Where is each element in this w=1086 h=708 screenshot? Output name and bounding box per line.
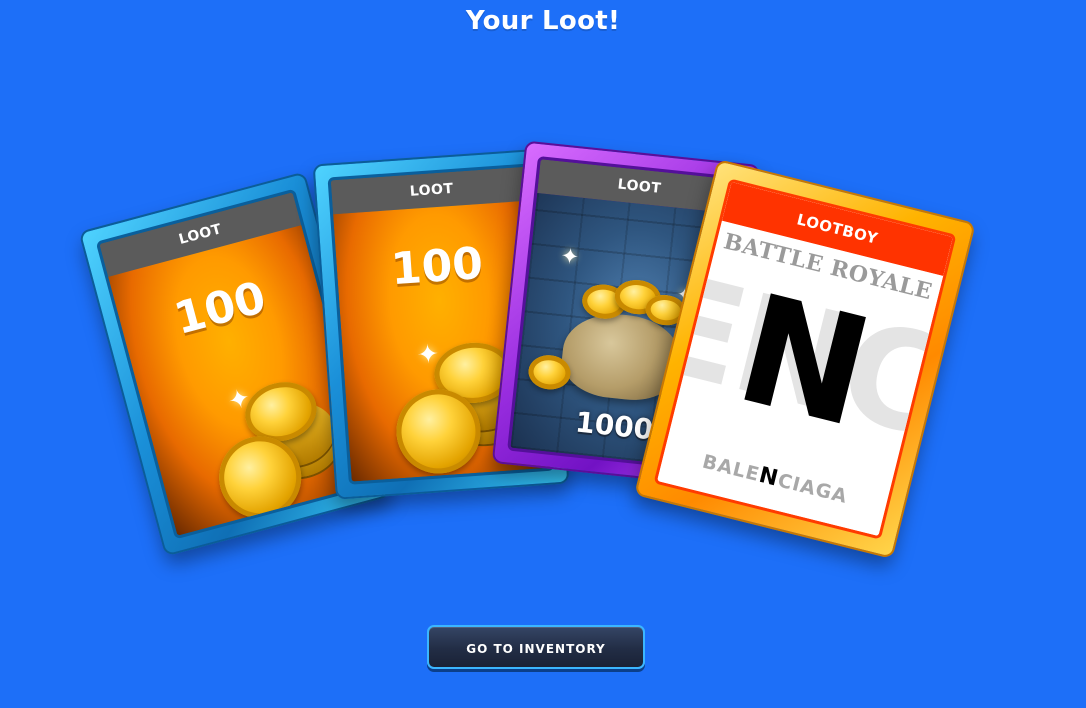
coin-amount: 100 bbox=[389, 237, 485, 296]
card-frame: LOOTBOY ENC BATTLE ROYALE N BALENCIAGA bbox=[653, 178, 957, 540]
brand-suffix: CIAGA bbox=[775, 469, 850, 508]
go-to-inventory-button[interactable]: GO TO INVENTORY bbox=[427, 625, 645, 669]
coin-amount: 100 bbox=[169, 271, 272, 345]
sparkle-icon: ✦ bbox=[416, 339, 440, 371]
sparkle-icon: ✦ bbox=[559, 243, 581, 271]
balenciaga-art: ENC BATTLE ROYALE N BALENCIAGA bbox=[653, 220, 957, 537]
brand-prefix: BALE bbox=[700, 450, 763, 487]
loot-screen: Your Loot! LOOT 100 ✦ LOOT 100 ✦ LOOT ✦ … bbox=[0, 0, 1086, 708]
page-title: Your Loot! bbox=[465, 6, 621, 36]
sparkle-icon: ✦ bbox=[224, 382, 254, 418]
